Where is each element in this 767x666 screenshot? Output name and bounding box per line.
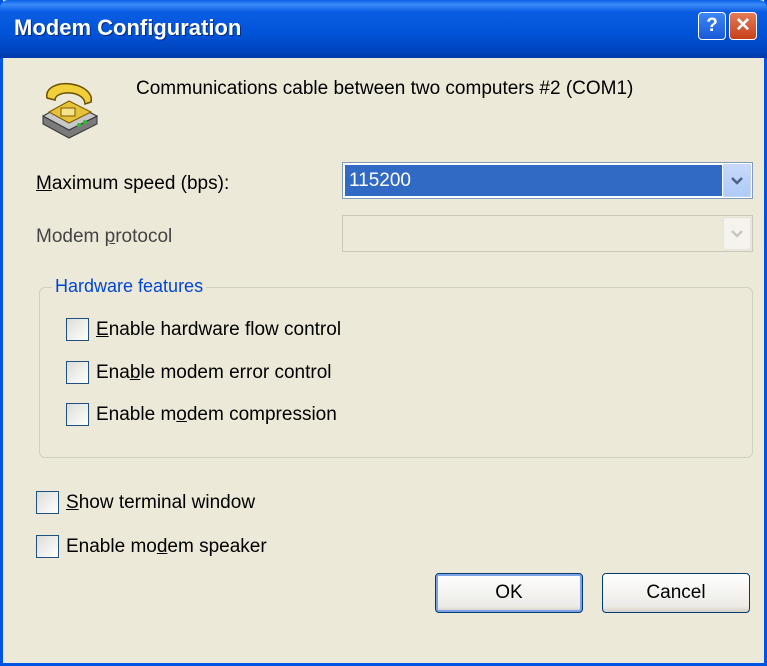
device-name: Communications cable between two compute…	[136, 78, 634, 99]
checkbox-box[interactable]	[66, 318, 89, 341]
close-button[interactable]: ✕	[729, 12, 757, 40]
cancel-button[interactable]: Cancel	[602, 573, 750, 613]
chevron-down-icon	[731, 176, 743, 185]
show-terminal-window-checkbox[interactable]: Show terminal window	[36, 491, 255, 514]
checkbox-box[interactable]	[36, 535, 59, 558]
help-icon: ?	[706, 15, 718, 36]
hardware-flow-control-label: Enable hardware flow control	[96, 318, 342, 340]
help-button[interactable]: ?	[698, 12, 726, 40]
modem-error-control-label: Enable modem error control	[96, 361, 332, 383]
modem-protocol-combo	[342, 215, 753, 252]
modem-speaker-checkbox[interactable]: Enable modem speaker	[36, 535, 267, 558]
hardware-flow-control-checkbox[interactable]: Enable hardware flow control	[66, 318, 341, 341]
window-title: Modem Configuration	[14, 15, 242, 40]
max-speed-dropdown-button[interactable]	[723, 164, 751, 197]
modem-protocol-dropdown-button	[723, 217, 751, 250]
modem-compression-checkbox[interactable]: Enable modem compression	[66, 403, 337, 426]
telephone-modem-icon	[41, 82, 99, 139]
modem-configuration-dialog: Modem Configuration ? ✕ Communications c…	[0, 0, 767, 666]
max-speed-label: Maximum speed (bps):	[36, 173, 230, 194]
modem-error-control-checkbox[interactable]: Enable modem error control	[66, 361, 332, 384]
checkbox-box[interactable]	[66, 361, 89, 384]
checkbox-box[interactable]	[66, 403, 89, 426]
hardware-features-title: Hardware features	[52, 276, 207, 297]
title-bar[interactable]: Modem Configuration ? ✕	[0, 0, 767, 58]
ok-button[interactable]: OK	[435, 573, 583, 613]
modem-speaker-label: Enable modem speaker	[66, 535, 267, 557]
modem-compression-label: Enable modem compression	[96, 403, 337, 425]
modem-protocol-label: Modem protocol	[36, 226, 173, 247]
chevron-down-icon	[731, 229, 743, 238]
max-speed-value: 115200	[345, 165, 722, 196]
checkbox-box[interactable]	[36, 491, 59, 514]
show-terminal-window-label: Show terminal window	[66, 491, 256, 513]
close-icon: ✕	[735, 15, 751, 36]
max-speed-combo[interactable]: 115200	[342, 162, 753, 199]
